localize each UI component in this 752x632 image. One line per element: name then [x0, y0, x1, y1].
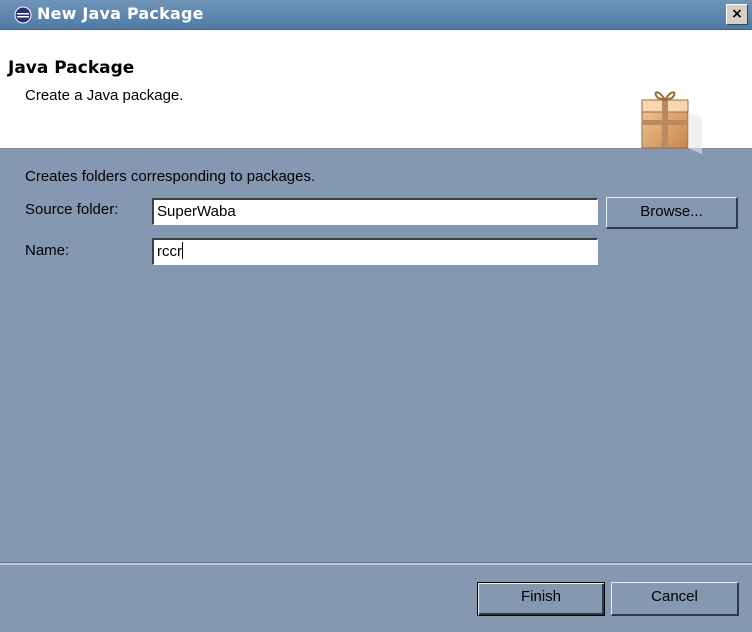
page-title: Java Package [8, 58, 135, 78]
name-value: rccr [157, 243, 182, 260]
cancel-label: Cancel [651, 588, 698, 605]
eclipse-icon [14, 6, 32, 24]
source-folder-value: SuperWaba [157, 203, 236, 220]
text-caret [182, 242, 183, 259]
browse-label: Browse... [640, 203, 703, 220]
new-java-package-dialog: New Java Package × Java Package Create a… [0, 0, 752, 632]
page-description: Create a Java package. [25, 87, 184, 104]
finish-button[interactable]: Finish [477, 582, 605, 616]
finish-label: Finish [520, 588, 561, 605]
package-icon [641, 91, 702, 154]
name-label: Name: [25, 242, 70, 259]
browse-button[interactable]: Browse... [606, 197, 738, 229]
footer-divider [0, 562, 752, 565]
title-bar[interactable]: New Java Package × [0, 0, 752, 30]
info-text: Creates folders corresponding to package… [25, 168, 316, 185]
source-folder-label: Source folder: [25, 201, 119, 218]
window-title: New Java Package [37, 4, 204, 23]
name-input[interactable]: rccr [152, 238, 598, 265]
close-button[interactable]: × [726, 4, 748, 25]
close-icon: × [731, 6, 743, 22]
wizard-header: Java Package Create a Java package. [0, 30, 752, 154]
source-folder-input[interactable]: SuperWaba [152, 198, 598, 225]
cancel-button[interactable]: Cancel [611, 582, 739, 616]
